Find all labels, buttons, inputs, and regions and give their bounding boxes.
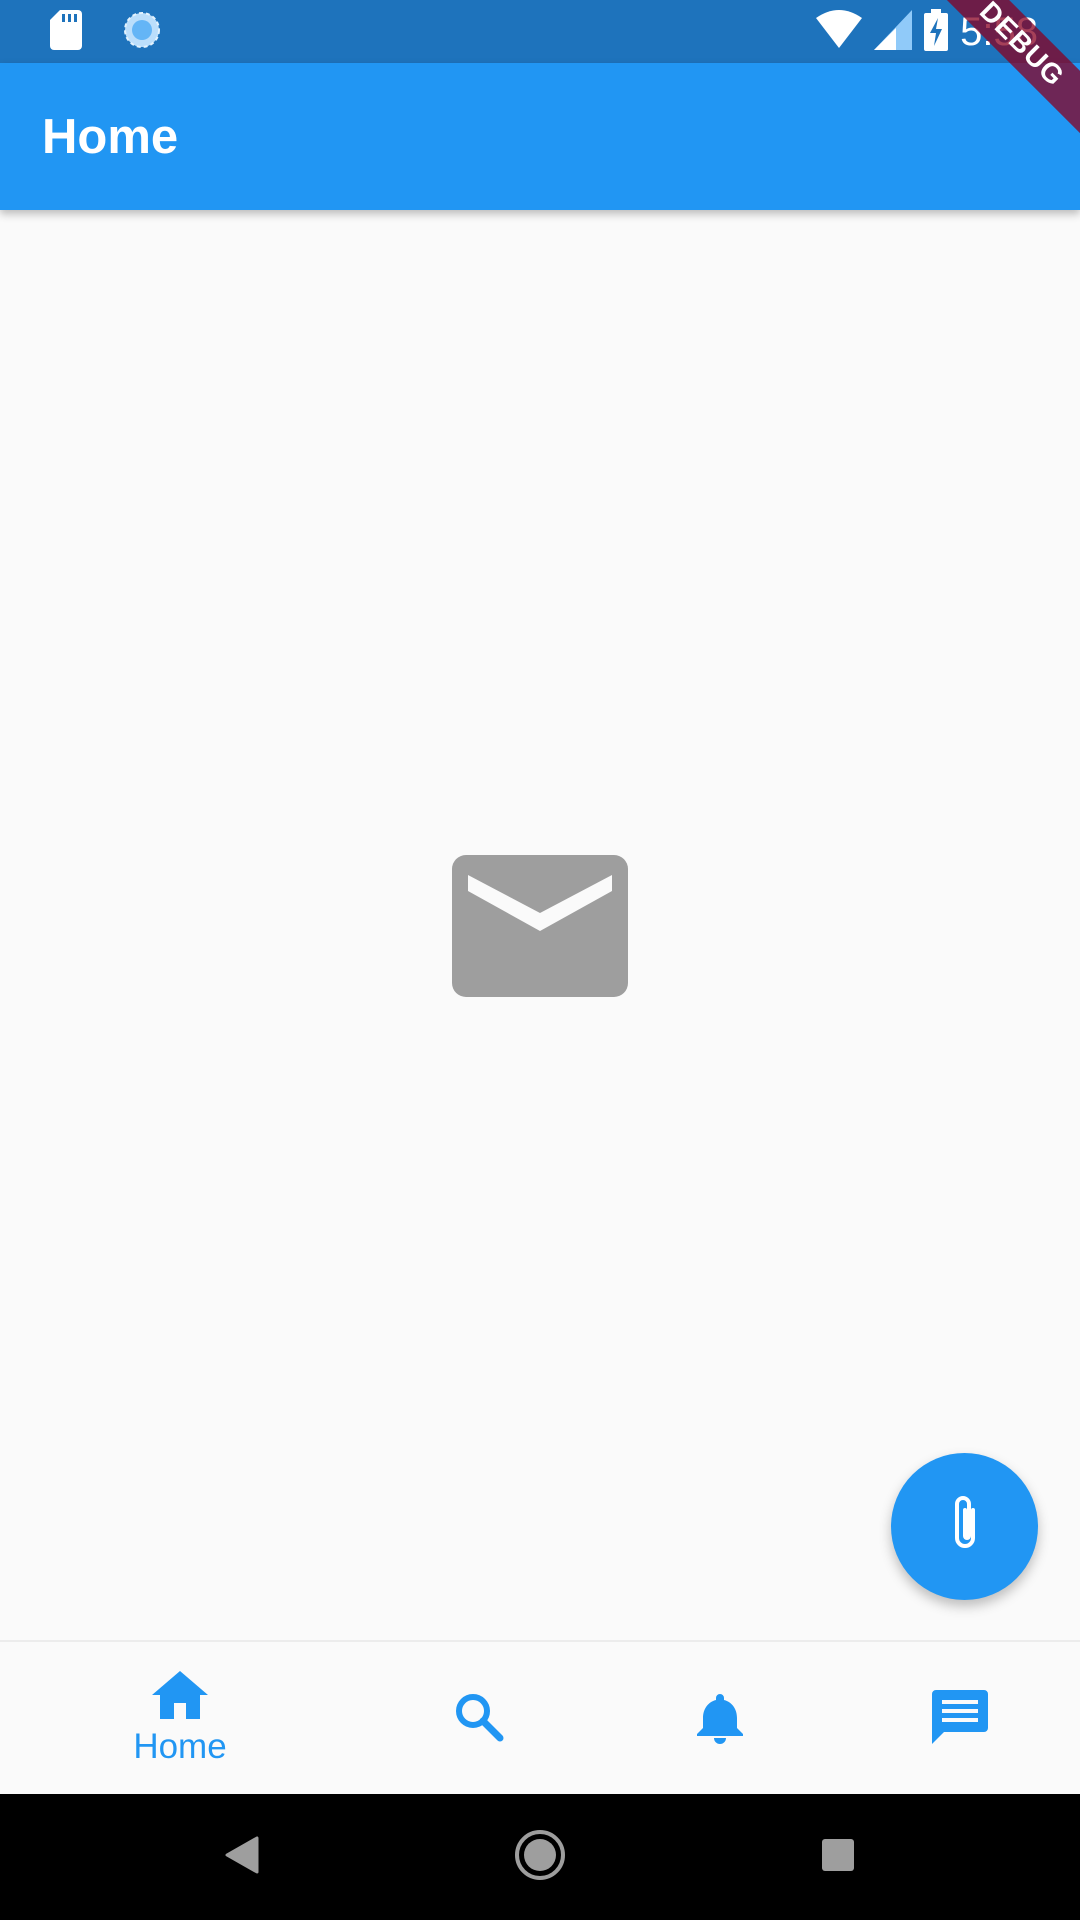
status-bar: 5:58 bbox=[0, 0, 1080, 63]
nav-item-home-label: Home bbox=[133, 1726, 227, 1766]
page-title: Home bbox=[42, 110, 179, 164]
signal-icon bbox=[874, 9, 913, 55]
back-icon bbox=[225, 1836, 259, 1879]
sync-icon bbox=[122, 10, 162, 55]
sd-card-icon bbox=[50, 9, 82, 55]
notifications-icon bbox=[697, 1690, 743, 1749]
home-circle-icon bbox=[514, 1829, 566, 1886]
recents-icon bbox=[821, 1838, 855, 1877]
nav-item-notifications[interactable] bbox=[600, 1642, 840, 1796]
bottom-navigation: Home bbox=[0, 1640, 1080, 1794]
chat-icon bbox=[932, 1689, 988, 1749]
app-bar: Home bbox=[0, 63, 1080, 210]
battery-charging-icon bbox=[924, 8, 949, 56]
nav-item-home[interactable]: Home bbox=[60, 1642, 300, 1796]
mail-icon bbox=[452, 855, 628, 997]
attach-icon bbox=[945, 1492, 985, 1561]
nav-item-messages[interactable] bbox=[840, 1642, 1080, 1796]
attach-fab-button[interactable] bbox=[891, 1453, 1038, 1600]
back-button[interactable] bbox=[212, 1827, 272, 1887]
search-icon bbox=[454, 1692, 504, 1747]
recents-button[interactable] bbox=[808, 1827, 868, 1887]
wifi-icon bbox=[816, 9, 863, 55]
app-screen: 5:58 Home DEBUG Home bbox=[0, 0, 1080, 1920]
status-left-icons bbox=[50, 9, 162, 55]
nav-item-search[interactable] bbox=[359, 1642, 599, 1796]
system-navigation-bar bbox=[0, 1794, 1080, 1920]
system-home-button[interactable] bbox=[510, 1827, 570, 1887]
home-icon bbox=[152, 1670, 208, 1724]
